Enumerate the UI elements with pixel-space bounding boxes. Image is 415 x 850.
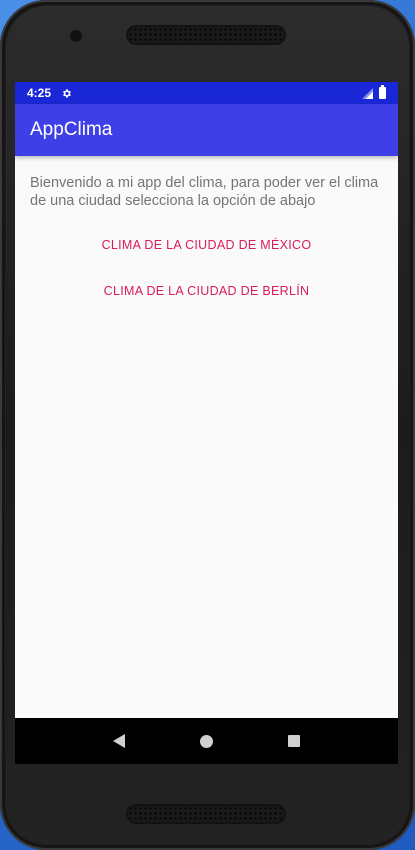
recents-icon <box>288 735 301 747</box>
top-speaker <box>128 27 284 43</box>
device-screen: 4:25 AppClima Bienvenido a mi app del cl… <box>15 82 398 764</box>
battery-icon <box>379 85 386 99</box>
back-icon <box>112 734 125 748</box>
recents-button[interactable] <box>274 721 314 761</box>
app-bar: AppClima <box>15 104 398 156</box>
gear-icon <box>61 88 72 99</box>
welcome-text: Bienvenido a mi app del clima, para pode… <box>30 175 379 209</box>
navigation-bar <box>15 718 398 764</box>
berlin-weather-button[interactable]: CLIMA DE LA CIUDAD DE BERLÍN <box>15 276 398 306</box>
back-button[interactable] <box>99 721 139 761</box>
app-title: AppClima <box>30 119 113 140</box>
bottom-speaker <box>128 806 284 822</box>
status-bar: 4:25 <box>15 82 398 104</box>
home-button[interactable] <box>186 721 226 761</box>
signal-icon <box>362 87 373 99</box>
home-icon <box>199 734 213 748</box>
status-icons <box>362 85 386 99</box>
status-time: 4:25 <box>27 86 52 100</box>
mexico-weather-button[interactable]: CLIMA DE LA CIUDAD DE MÉXICO <box>15 230 398 260</box>
phone-frame: 4:25 AppClima Bienvenido a mi app del cl… <box>0 0 415 850</box>
front-camera <box>70 30 82 42</box>
